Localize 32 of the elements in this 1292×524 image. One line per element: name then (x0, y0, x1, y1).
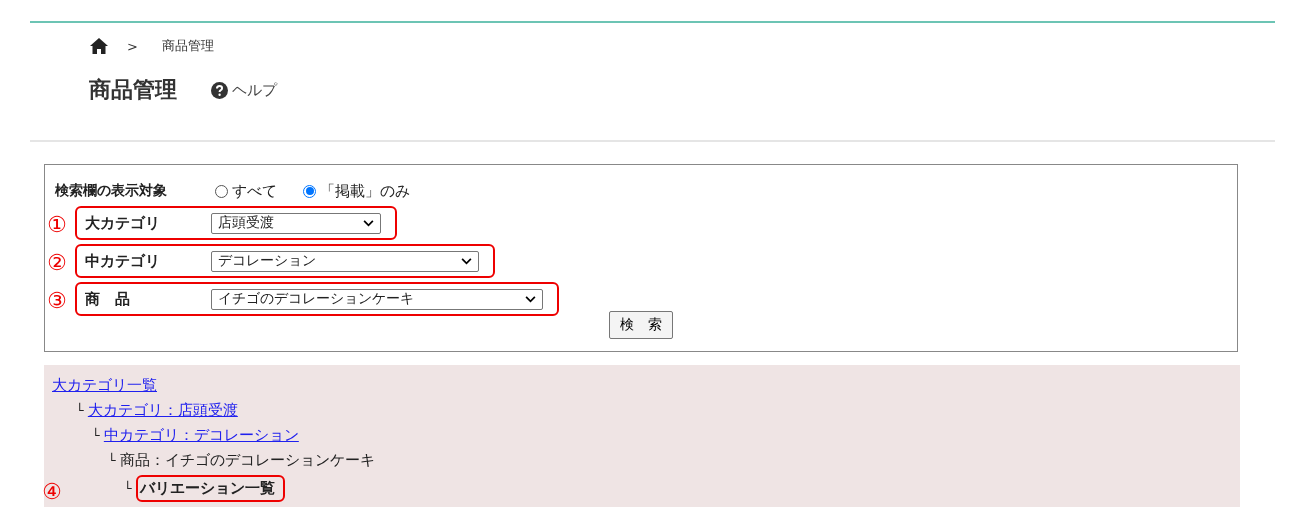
annotation-number: ④ (42, 481, 62, 503)
field-label: 商 品 (85, 289, 131, 309)
breadcrumb-separator: > (127, 38, 138, 54)
breadcrumb-current: 商品管理 (161, 37, 214, 55)
tree-branch-mark: └ (108, 453, 116, 468)
chevron-down-icon (525, 295, 536, 303)
category-select[interactable]: デコレーション (211, 250, 479, 272)
search-button[interactable]: 検 索 (609, 311, 673, 339)
category-select[interactable]: イチゴのデコレーションケーキ (211, 288, 543, 310)
field-label: 大カテゴリ (85, 213, 161, 233)
radio-option[interactable]: すべて (215, 181, 277, 201)
tree-link[interactable]: 大カテゴリ一覧 (52, 376, 157, 395)
help-link[interactable]: ヘルプ (211, 80, 277, 100)
radio-option[interactable]: 「掲載」のみ (303, 181, 410, 201)
page-title: 商品管理 (89, 76, 177, 104)
tree-link[interactable]: 中カテゴリ：デコレーション (103, 426, 299, 445)
category-select[interactable]: 店頭受渡 (211, 212, 381, 234)
field-label: 中カテゴリ (85, 251, 161, 271)
chevron-down-icon (461, 257, 472, 265)
current-tree-item: バリエーション一覧 (135, 474, 285, 502)
home-icon[interactable] (89, 37, 109, 55)
help-icon (211, 81, 228, 99)
tree-branch-mark: └ (124, 480, 132, 496)
chevron-down-icon (363, 219, 374, 227)
tree-item: 商品：イチゴのデコレーションケーキ (119, 451, 375, 470)
tree-branch-mark: └ (76, 403, 84, 418)
display-target-label: 検索欄の表示対象 (55, 182, 168, 200)
annotation-number: ① (47, 214, 67, 236)
tree-branch-mark: └ (92, 428, 100, 443)
tree-link[interactable]: 大カテゴリ：店頭受渡 (87, 401, 238, 420)
annotation-number: ③ (47, 290, 67, 312)
annotation-number: ② (47, 252, 67, 274)
